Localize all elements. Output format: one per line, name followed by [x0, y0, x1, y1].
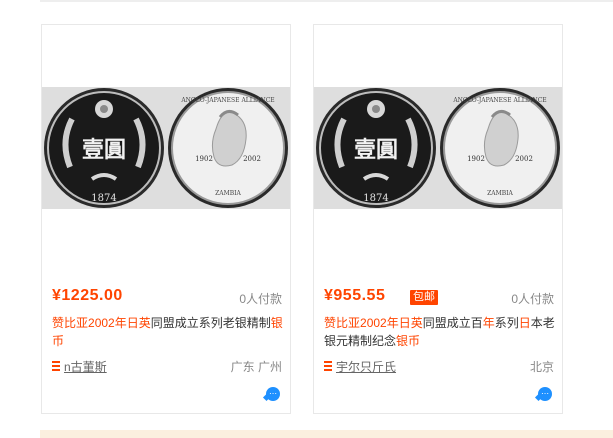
- paid-count: 0人付款: [511, 292, 554, 306]
- svg-text:1874: 1874: [91, 193, 116, 204]
- svg-text:1902: 1902: [467, 155, 485, 163]
- svg-text:ZAMBIA: ZAMBIA: [487, 190, 513, 197]
- title-segment[interactable]: 日英: [399, 316, 423, 330]
- title-segment[interactable]: 银币: [396, 334, 420, 348]
- shop-icon: [52, 361, 60, 371]
- shop-icon: [324, 361, 332, 371]
- seller-name-link[interactable]: n古董斯: [64, 358, 107, 375]
- paid-count: 0人付款: [239, 292, 282, 306]
- product-card[interactable]: 壹圓 1874 ANGLO-JAPANESE ALLIANCE 1902 200…: [41, 24, 291, 414]
- seller-name-link[interactable]: 宇尔只斤氏: [336, 358, 396, 375]
- title-segment[interactable]: 同盟成立百: [423, 316, 483, 330]
- product-title[interactable]: 赞比亚2002年日英同盟成立系列老银精制银币: [52, 314, 284, 350]
- top-divider: [40, 0, 613, 2]
- coin-obverse-image: 壹圓 1874: [42, 87, 166, 209]
- title-segment[interactable]: 年: [483, 316, 495, 330]
- title-segment[interactable]: 日: [519, 316, 531, 330]
- svg-text:壹圓: 壹圓: [82, 137, 126, 163]
- seller-location: 广东 广州: [230, 360, 282, 374]
- svg-text:2002: 2002: [243, 155, 261, 163]
- svg-text:1874: 1874: [363, 193, 388, 204]
- title-segment[interactable]: 赞比亚: [52, 316, 88, 330]
- chat-icon[interactable]: ⋯: [538, 387, 552, 401]
- free-shipping-badge: 包邮: [410, 290, 438, 305]
- title-segment[interactable]: 日英: [127, 316, 151, 330]
- coin-reverse-image: ANGLO-JAPANESE ALLIANCE 1902 2002 ZAMBIA: [438, 87, 562, 209]
- product-title[interactable]: 赞比亚2002年日英同盟成立百年系列日本老银元精制纪念银币: [324, 314, 556, 350]
- title-segment[interactable]: 同盟成立系列老银精制: [151, 316, 271, 330]
- svg-text:ANGLO-JAPANESE ALLIANCE: ANGLO-JAPANESE ALLIANCE: [180, 97, 274, 104]
- coin-reverse-image: ANGLO-JAPANESE ALLIANCE 1902 2002 ZAMBIA: [166, 87, 290, 209]
- seller-row: 宇尔只斤氏 北京: [324, 358, 556, 376]
- title-segment[interactable]: 赞比亚: [324, 316, 360, 330]
- seller-location: 北京: [529, 360, 554, 374]
- price: ¥1225.00: [52, 287, 123, 304]
- seller-row: n古董斯 广东 广州: [52, 358, 284, 376]
- price: ¥955.55: [324, 287, 386, 304]
- svg-text:2002: 2002: [515, 155, 533, 163]
- title-segment[interactable]: 2002年: [360, 316, 399, 330]
- title-segment[interactable]: 系列: [495, 316, 519, 330]
- bottom-bar: [40, 430, 613, 438]
- coin-obverse-image: 壹圓 1874: [314, 87, 438, 209]
- svg-text:ANGLO-JAPANESE ALLIANCE: ANGLO-JAPANESE ALLIANCE: [452, 97, 546, 104]
- product-image[interactable]: 壹圓 1874 ANGLO-JAPANESE ALLIANCE 1902 200…: [42, 87, 290, 209]
- svg-text:壹圓: 壹圓: [354, 137, 398, 163]
- svg-text:1902: 1902: [195, 155, 213, 163]
- product-card[interactable]: 壹圓 1874 ANGLO-JAPANESE ALLIANCE 1902 200…: [313, 24, 563, 414]
- svg-text:ZAMBIA: ZAMBIA: [215, 190, 241, 197]
- price-row: ¥1225.00 0人付款: [52, 287, 284, 309]
- product-image[interactable]: 壹圓 1874 ANGLO-JAPANESE ALLIANCE 1902 200…: [314, 87, 562, 209]
- chat-icon[interactable]: ⋯: [266, 387, 280, 401]
- title-segment[interactable]: 2002年: [88, 316, 127, 330]
- price-row: ¥955.55 包邮 0人付款: [324, 287, 556, 309]
